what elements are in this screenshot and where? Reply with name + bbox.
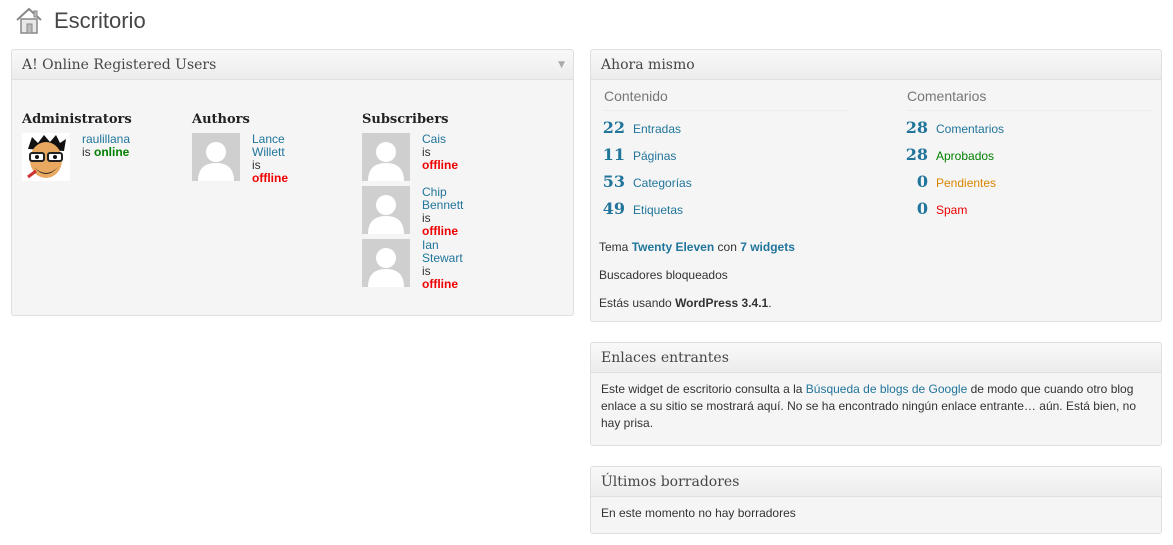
widget-title: Ahora mismo [601, 57, 695, 73]
home-icon [16, 7, 42, 34]
comments-count[interactable]: 28 [894, 118, 928, 137]
status-prefix: is [82, 145, 91, 159]
avatar[interactable] [362, 239, 410, 287]
user-item: raulillana is online [22, 133, 132, 186]
comments-header: Comentarios [907, 88, 1152, 111]
page-title: Escritorio [54, 8, 146, 33]
right-now-widget-header[interactable]: Ahora mismo [591, 50, 1161, 80]
avatar[interactable] [362, 133, 410, 181]
authors-column: Authors Lance Willett is offline [192, 112, 288, 186]
status-prefix: is [422, 264, 431, 278]
pages-link[interactable]: Páginas [633, 149, 676, 163]
approved-link[interactable]: Aprobados [936, 149, 994, 163]
posts-link[interactable]: Entradas [633, 122, 681, 136]
content-row-tags[interactable]: 49 Etiquetas [591, 199, 683, 219]
widget-title: Enlaces entrantes [601, 350, 729, 366]
search-engines-blocked-link[interactable]: Buscadores bloqueados [599, 268, 728, 282]
pending-count[interactable]: 0 [894, 172, 928, 191]
user-item: Chip Bennett is offline [362, 186, 463, 239]
comments-row-total[interactable]: 28 Comentarios [894, 118, 1004, 138]
user-name-link[interactable]: Ian Stewart [422, 239, 463, 265]
status-badge: offline [422, 224, 458, 238]
comments-link[interactable]: Comentarios [936, 122, 1004, 136]
user-name-link[interactable]: Lance Willett [252, 133, 288, 159]
user-name-link[interactable]: Chip Bennett [422, 186, 463, 212]
comments-row-spam[interactable]: 0 Spam [894, 199, 968, 219]
column-title: Subscribers [362, 112, 449, 127]
default-avatar-icon [362, 239, 410, 287]
widgets-link[interactable]: 7 widgets [740, 240, 795, 254]
default-avatar-icon [362, 133, 410, 181]
comments-row-approved[interactable]: 28 Aprobados [894, 145, 994, 165]
wordpress-version: WordPress 3.4.1 [675, 296, 769, 310]
pending-link[interactable]: Pendientes [936, 176, 996, 190]
user-item: Cais is offline [362, 133, 458, 186]
user-item: Lance Willett is offline [192, 133, 288, 186]
default-avatar-icon [362, 186, 410, 234]
default-avatar-icon [192, 133, 240, 181]
avatar[interactable] [22, 133, 70, 181]
status-badge: offline [422, 158, 458, 172]
posts-count[interactable]: 22 [591, 118, 625, 137]
comments-row-pending[interactable]: 0 Pendientes [894, 172, 996, 192]
status-badge: online [94, 145, 130, 159]
status-prefix: is [422, 211, 431, 225]
approved-count[interactable]: 28 [894, 145, 928, 164]
version-info: Estás usando WordPress 3.4.1. [599, 296, 772, 310]
theme-info: Tema Twenty Eleven con 7 widgets [599, 240, 795, 254]
text-before: Este widget de escritorio consulta a la [601, 382, 806, 396]
column-title: Authors [192, 112, 250, 127]
avatar[interactable] [192, 133, 240, 181]
recent-drafts-widget-header[interactable]: Últimos borradores [591, 467, 1161, 497]
avatar[interactable] [362, 186, 410, 234]
version-suffix: . [768, 296, 772, 310]
status-prefix: is [422, 145, 431, 159]
content-row-posts[interactable]: 22 Entradas [591, 118, 681, 138]
tags-count[interactable]: 49 [591, 199, 625, 218]
no-drafts-text: En este momento no hay borradores [601, 506, 796, 520]
widget-title: Últimos borradores [601, 474, 740, 490]
widget-title: A! Online Registered Users [22, 57, 217, 73]
status-prefix: is [252, 158, 261, 172]
incoming-links-widget-header[interactable]: Enlaces entrantes [591, 343, 1161, 373]
content-row-categories[interactable]: 53 Categorías [591, 172, 692, 192]
version-prefix: Estás usando [599, 296, 672, 310]
recent-drafts-widget: Últimos borradores En este momento no ha… [590, 466, 1162, 534]
spam-count[interactable]: 0 [894, 199, 928, 218]
content-row-pages[interactable]: 11 Páginas [591, 145, 677, 165]
admins-column: Administrators raulillana is online [22, 112, 132, 186]
categories-count[interactable]: 53 [591, 172, 625, 191]
theme-prefix: Tema [599, 240, 629, 254]
column-title: Administrators [22, 112, 132, 127]
page-header: Escritorio [14, 4, 146, 38]
spam-link[interactable]: Spam [936, 203, 967, 217]
status-badge: offline [252, 171, 288, 185]
incoming-links-widget: Enlaces entrantes Este widget de escrito… [590, 342, 1162, 446]
tags-link[interactable]: Etiquetas [633, 203, 683, 217]
collapse-arrow-icon[interactable]: ▼ [558, 50, 565, 80]
pages-count[interactable]: 11 [591, 145, 625, 164]
theme-link[interactable]: Twenty Eleven [632, 240, 714, 254]
online-users-widget: A! Online Registered Users ▼ Administrat… [11, 49, 574, 316]
right-now-widget: Ahora mismo Contenido Comentarios 22 Ent… [590, 49, 1162, 322]
google-blog-search-link[interactable]: Búsqueda de blogs de Google [806, 382, 967, 396]
status-badge: offline [422, 277, 458, 291]
theme-mid: con [717, 240, 737, 254]
subscribers-column: Subscribers Cais is offline Chip Bennett… [362, 112, 463, 292]
online-users-widget-header[interactable]: A! Online Registered Users ▼ [12, 50, 573, 80]
incoming-links-text: Este widget de escritorio consulta a la … [591, 373, 1161, 440]
user-item: Ian Stewart is offline [362, 239, 463, 292]
cartoon-avatar-icon [27, 135, 66, 179]
content-header: Contenido [604, 88, 849, 111]
categories-link[interactable]: Categorías [633, 176, 692, 190]
